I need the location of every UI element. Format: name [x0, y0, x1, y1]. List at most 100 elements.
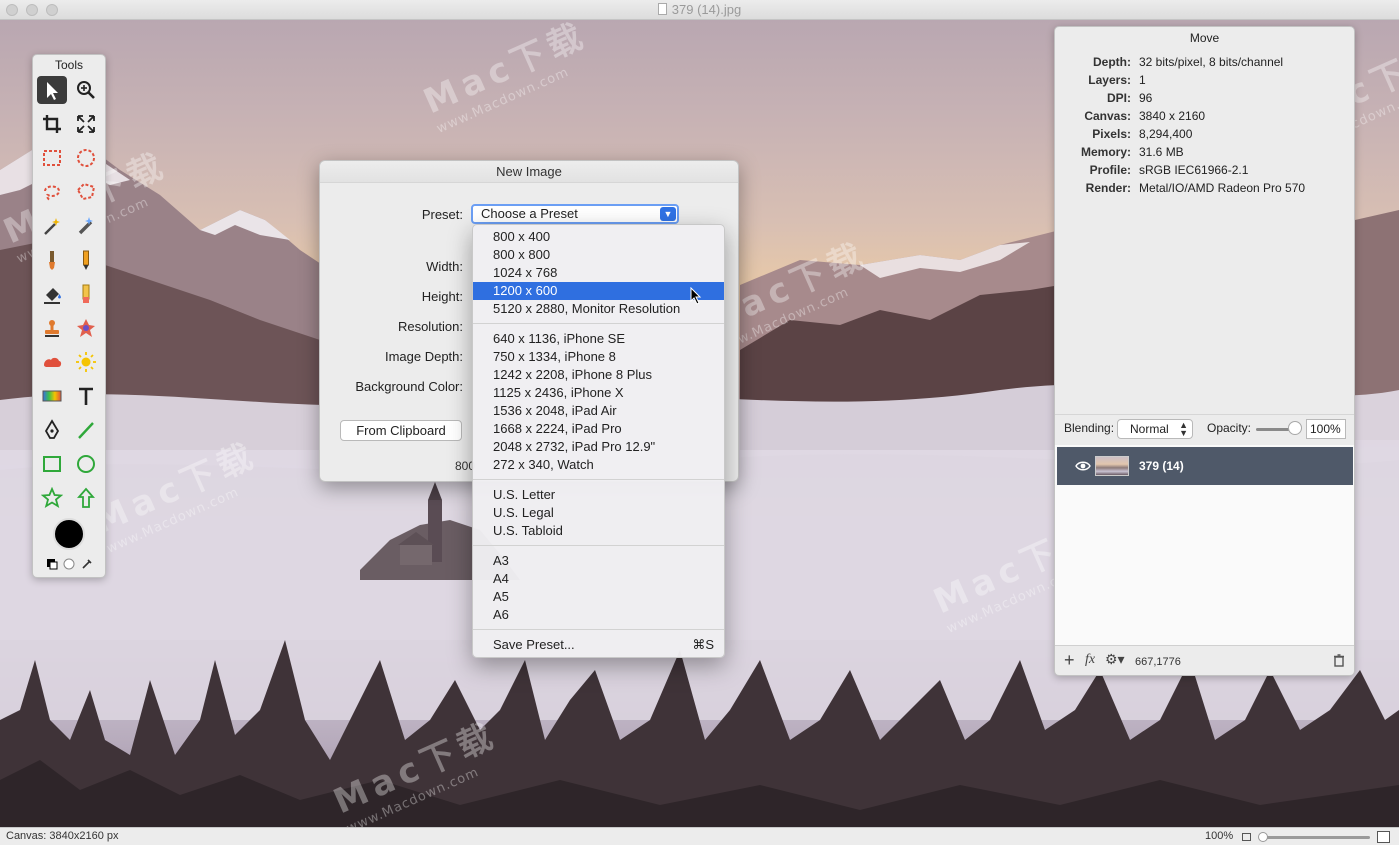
zoom-slider[interactable]	[1262, 836, 1370, 839]
zoom-in-icon[interactable]	[1377, 831, 1390, 843]
crop-tool[interactable]	[37, 110, 67, 138]
rectangle-shape-tool[interactable]	[37, 450, 67, 478]
zoom-tool[interactable]	[71, 76, 101, 104]
retouch-tool[interactable]	[71, 314, 101, 342]
ellipse-marquee-icon	[77, 149, 95, 167]
eraser-icon	[82, 284, 90, 303]
zoom-out-icon[interactable]	[1242, 833, 1251, 841]
info-row: Render: Metal/IO/AMD Radeon Pro 570	[1055, 181, 1354, 199]
background-color-icon[interactable]	[63, 558, 75, 570]
background-color-label: Background Color:	[355, 379, 463, 394]
ellipse-shape-tool[interactable]	[71, 450, 101, 478]
fill-tool[interactable]	[37, 280, 67, 308]
info-row: Pixels: 8,294,400	[1055, 127, 1354, 145]
menu-item[interactable]: 800 x 800	[473, 246, 724, 264]
window-titlebar: 379 (14).jpg	[0, 0, 1399, 20]
menu-item[interactable]: A5	[473, 588, 724, 606]
foreground-color-swatch[interactable]	[53, 518, 85, 550]
info-value: 32 bits/pixel, 8 bits/channel	[1139, 55, 1284, 69]
eye-icon[interactable]	[1075, 459, 1091, 473]
gear-icon[interactable]: ⚙▾	[1105, 651, 1125, 668]
menu-item[interactable]: 1668 x 2224, iPad Pro	[473, 420, 724, 438]
eyedropper-icon[interactable]	[81, 558, 93, 570]
line-icon	[78, 422, 94, 439]
menu-item[interactable]: 750 x 1334, iPhone 8	[473, 348, 724, 366]
image-depth-label: Image Depth:	[384, 349, 463, 364]
rect-marquee-tool[interactable]	[37, 144, 67, 172]
menu-item[interactable]: 1024 x 768	[473, 264, 724, 282]
width-label: Width:	[426, 259, 463, 274]
menu-item[interactable]: 5120 x 2880, Monitor Resolution	[473, 300, 724, 318]
menu-item[interactable]: A3	[473, 552, 724, 570]
magic-wand-tool[interactable]	[37, 212, 67, 240]
menu-item[interactable]: 640 x 1136, iPhone SE	[473, 330, 724, 348]
info-label: Layers:	[1088, 73, 1131, 87]
info-label: Render:	[1085, 181, 1131, 195]
effects-button[interactable]: fx	[1085, 652, 1095, 668]
blending-label: Blending:	[1064, 421, 1115, 435]
brush-tool[interactable]	[37, 246, 67, 274]
height-label: Height:	[421, 289, 463, 304]
move-tool[interactable]	[37, 76, 67, 104]
resize-tool[interactable]	[71, 110, 101, 138]
blending-mode-select[interactable]: Normal ▲ ▼	[1117, 419, 1193, 439]
opacity-slider-knob[interactable]	[1288, 421, 1302, 435]
info-value: sRGB IEC61966-2.1	[1139, 163, 1249, 177]
menu-item[interactable]: 1536 x 2048, iPad Air	[473, 402, 724, 420]
swap-colors-icon[interactable]	[46, 558, 58, 570]
zoom-slider-knob[interactable]	[1258, 832, 1268, 842]
retouch-icon	[77, 319, 95, 337]
menu-item[interactable]: A4	[473, 570, 724, 588]
gradient-tool[interactable]	[37, 382, 67, 410]
save-preset-label: Save Preset...	[493, 637, 575, 652]
menu-item[interactable]: 2048 x 2732, iPad Pro 12.9"	[473, 438, 724, 456]
polygon-lasso-tool[interactable]	[71, 178, 101, 206]
save-preset-menu-item[interactable]: Save Preset... ⌘S	[473, 636, 724, 654]
info-value: 8,294,400	[1139, 127, 1193, 141]
pencil-tool[interactable]	[71, 246, 101, 274]
menu-item[interactable]: A6	[473, 606, 724, 624]
preset-label: Preset:	[421, 207, 463, 222]
layer-row[interactable]: 379 (14)	[1057, 447, 1353, 485]
lasso-tool[interactable]	[37, 178, 67, 206]
menu-item[interactable]: 272 x 340, Watch	[473, 456, 724, 474]
line-tool[interactable]	[71, 416, 101, 444]
text-icon	[79, 387, 93, 405]
star-shape-tool[interactable]	[37, 484, 67, 512]
add-layer-icon[interactable]: +	[1064, 650, 1075, 671]
smudge-icon	[44, 357, 62, 367]
info-label: Depth:	[1093, 55, 1131, 69]
menu-item[interactable]: 1242 x 2208, iPhone 8 Plus	[473, 366, 724, 384]
lasso-icon	[44, 185, 61, 201]
info-row: Canvas: 3840 x 2160	[1055, 109, 1354, 127]
opacity-label: Opacity:	[1207, 421, 1252, 435]
menu-item[interactable]: 800 x 400	[473, 228, 724, 246]
window-title: 379 (14).jpg	[0, 2, 1399, 17]
info-row: Layers: 1	[1055, 73, 1354, 91]
clone-stamp-tool[interactable]	[37, 314, 67, 342]
magic-eraser-tool[interactable]	[71, 212, 101, 240]
text-tool[interactable]	[71, 382, 101, 410]
trash-icon[interactable]	[1333, 654, 1345, 667]
preset-popup[interactable]: Choose a Preset ▼	[471, 204, 679, 224]
menu-item[interactable]: 1125 x 2436, iPhone X	[473, 384, 724, 402]
layers-toolbar: + fx ⚙▾ 667,1776	[1055, 645, 1354, 675]
from-clipboard-button[interactable]: From Clipboard	[340, 420, 462, 441]
layer-name: 379 (14)	[1139, 459, 1184, 473]
cursor-coordinates: 667,1776	[1135, 656, 1181, 668]
menu-item[interactable]: U.S. Legal	[473, 504, 724, 522]
arrow-shape-icon	[77, 487, 95, 508]
menu-item[interactable]: U.S. Letter	[473, 486, 724, 504]
gradient-icon	[42, 390, 62, 402]
eraser-tool[interactable]	[71, 280, 101, 308]
ellipse-marquee-tool[interactable]	[71, 144, 101, 172]
arrow-shape-tool[interactable]	[71, 484, 101, 512]
opacity-field[interactable]: 100%	[1306, 419, 1346, 439]
smudge-tool[interactable]	[37, 348, 67, 376]
keyboard-shortcut: ⌘S	[692, 637, 714, 652]
blending-mode-value: Normal	[1130, 422, 1169, 436]
menu-item-selected[interactable]: 1200 x 600	[473, 282, 724, 300]
dodge-burn-tool[interactable]	[71, 348, 101, 376]
menu-item[interactable]: U.S. Tabloid	[473, 522, 724, 540]
pen-tool[interactable]	[37, 416, 67, 444]
